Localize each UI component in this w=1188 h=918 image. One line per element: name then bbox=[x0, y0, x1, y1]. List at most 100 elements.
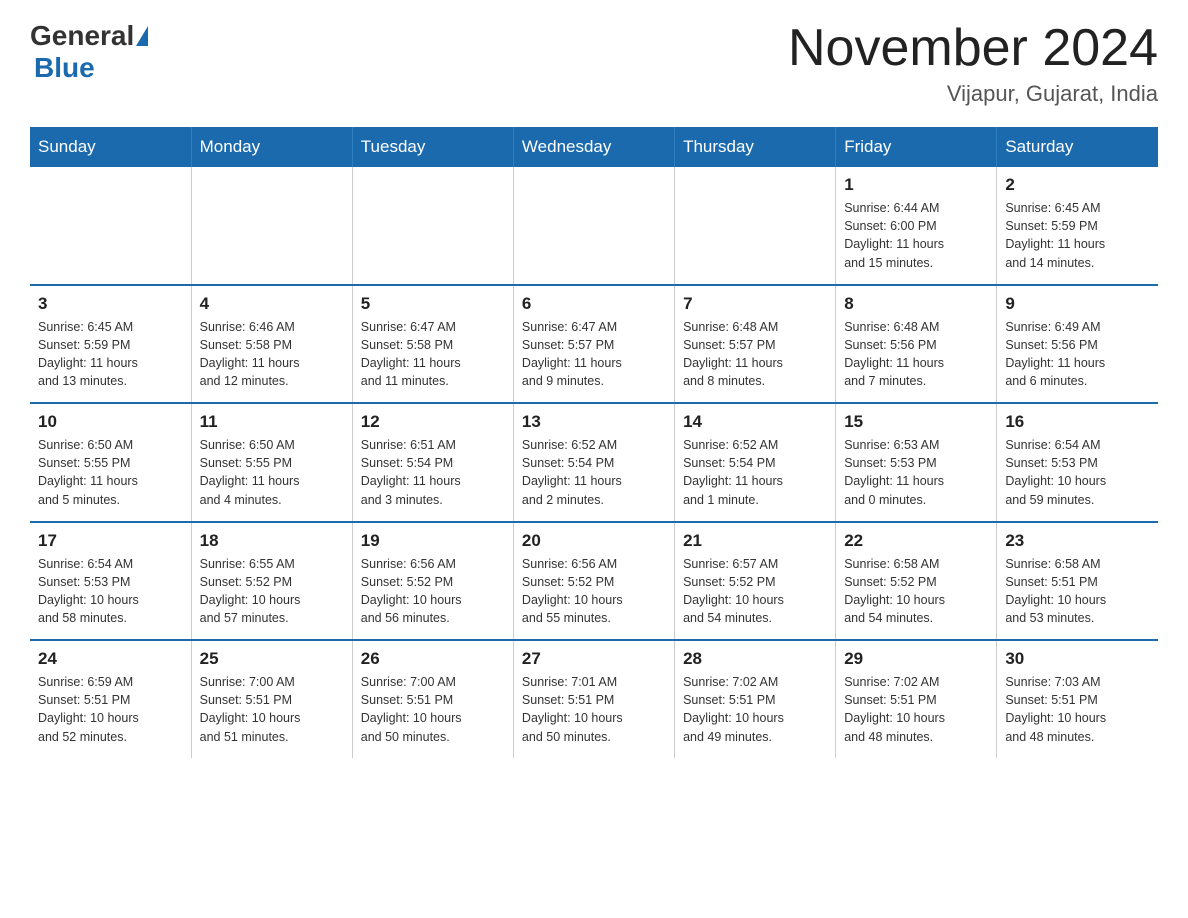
day-number: 18 bbox=[200, 531, 344, 551]
day-info: Sunrise: 6:51 AM Sunset: 5:54 PM Dayligh… bbox=[361, 436, 505, 509]
day-number: 2 bbox=[1005, 175, 1150, 195]
day-number: 3 bbox=[38, 294, 183, 314]
day-info: Sunrise: 6:44 AM Sunset: 6:00 PM Dayligh… bbox=[844, 199, 988, 272]
calendar-cell bbox=[675, 167, 836, 285]
day-info: Sunrise: 6:58 AM Sunset: 5:51 PM Dayligh… bbox=[1005, 555, 1150, 628]
calendar-cell: 25 Sunrise: 7:00 AM Sunset: 5:51 PM Dayli… bbox=[191, 640, 352, 758]
calendar-cell: 29 Sunrise: 7:02 AM Sunset: 5:51 PM Dayli… bbox=[836, 640, 997, 758]
day-number: 17 bbox=[38, 531, 183, 551]
calendar-cell: 19Sunrise: 6:56 AM Sunset: 5:52 PM Dayli… bbox=[352, 522, 513, 641]
day-number: 9 bbox=[1005, 294, 1150, 314]
calendar-cell: 14 Sunrise: 6:52 AM Sunset: 5:54 PM Dayli… bbox=[675, 403, 836, 522]
calendar-cell: 6Sunrise: 6:47 AM Sunset: 5:57 PM Daylig… bbox=[513, 285, 674, 404]
weekday-header-tuesday: Tuesday bbox=[352, 127, 513, 167]
calendar-week-row: 10 Sunrise: 6:50 AM Sunset: 5:55 PM Dayli… bbox=[30, 403, 1158, 522]
day-info: Sunrise: 6:55 AM Sunset: 5:52 PM Dayligh… bbox=[200, 555, 344, 628]
calendar-cell: 17 Sunrise: 6:54 AM Sunset: 5:53 PM Dayli… bbox=[30, 522, 191, 641]
day-number: 22 bbox=[844, 531, 988, 551]
calendar-cell: 3 Sunrise: 6:45 AM Sunset: 5:59 PM Daylig… bbox=[30, 285, 191, 404]
calendar-cell: 16 Sunrise: 6:54 AM Sunset: 5:53 PM Dayli… bbox=[997, 403, 1158, 522]
day-number: 25 bbox=[200, 649, 344, 669]
calendar-cell: 26Sunrise: 7:00 AM Sunset: 5:51 PM Dayli… bbox=[352, 640, 513, 758]
calendar-cell bbox=[352, 167, 513, 285]
calendar-cell bbox=[513, 167, 674, 285]
logo-general-text: General bbox=[30, 20, 134, 52]
day-number: 1 bbox=[844, 175, 988, 195]
calendar-week-row: 1 Sunrise: 6:44 AM Sunset: 6:00 PM Daylig… bbox=[30, 167, 1158, 285]
logo: General Blue bbox=[30, 20, 150, 84]
day-info: Sunrise: 6:56 AM Sunset: 5:52 PM Dayligh… bbox=[522, 555, 666, 628]
calendar-cell: 27 Sunrise: 7:01 AM Sunset: 5:51 PM Dayli… bbox=[513, 640, 674, 758]
day-number: 5 bbox=[361, 294, 505, 314]
day-number: 20 bbox=[522, 531, 666, 551]
calendar-cell: 7Sunrise: 6:48 AM Sunset: 5:57 PM Daylig… bbox=[675, 285, 836, 404]
day-number: 23 bbox=[1005, 531, 1150, 551]
calendar-cell: 30 Sunrise: 7:03 AM Sunset: 5:51 PM Dayli… bbox=[997, 640, 1158, 758]
weekday-header-friday: Friday bbox=[836, 127, 997, 167]
day-info: Sunrise: 7:00 AM Sunset: 5:51 PM Dayligh… bbox=[361, 673, 505, 746]
day-info: Sunrise: 6:48 AM Sunset: 5:57 PM Dayligh… bbox=[683, 318, 827, 391]
day-info: Sunrise: 6:50 AM Sunset: 5:55 PM Dayligh… bbox=[38, 436, 183, 509]
day-number: 8 bbox=[844, 294, 988, 314]
calendar-cell: 9 Sunrise: 6:49 AM Sunset: 5:56 PM Daylig… bbox=[997, 285, 1158, 404]
day-number: 6 bbox=[522, 294, 666, 314]
day-info: Sunrise: 6:48 AM Sunset: 5:56 PM Dayligh… bbox=[844, 318, 988, 391]
calendar-week-row: 17 Sunrise: 6:54 AM Sunset: 5:53 PM Dayli… bbox=[30, 522, 1158, 641]
month-title: November 2024 bbox=[788, 20, 1158, 77]
day-number: 10 bbox=[38, 412, 183, 432]
calendar-cell: 20 Sunrise: 6:56 AM Sunset: 5:52 PM Dayli… bbox=[513, 522, 674, 641]
weekday-header-saturday: Saturday bbox=[997, 127, 1158, 167]
day-info: Sunrise: 7:00 AM Sunset: 5:51 PM Dayligh… bbox=[200, 673, 344, 746]
day-info: Sunrise: 6:54 AM Sunset: 5:53 PM Dayligh… bbox=[1005, 436, 1150, 509]
day-number: 19 bbox=[361, 531, 505, 551]
calendar-cell: 1 Sunrise: 6:44 AM Sunset: 6:00 PM Daylig… bbox=[836, 167, 997, 285]
calendar-cell: 10 Sunrise: 6:50 AM Sunset: 5:55 PM Dayli… bbox=[30, 403, 191, 522]
calendar-cell bbox=[191, 167, 352, 285]
day-info: Sunrise: 7:02 AM Sunset: 5:51 PM Dayligh… bbox=[844, 673, 988, 746]
calendar-cell: 23 Sunrise: 6:58 AM Sunset: 5:51 PM Dayli… bbox=[997, 522, 1158, 641]
day-number: 15 bbox=[844, 412, 988, 432]
day-info: Sunrise: 7:03 AM Sunset: 5:51 PM Dayligh… bbox=[1005, 673, 1150, 746]
day-info: Sunrise: 6:45 AM Sunset: 5:59 PM Dayligh… bbox=[38, 318, 183, 391]
day-number: 27 bbox=[522, 649, 666, 669]
day-number: 16 bbox=[1005, 412, 1150, 432]
day-number: 28 bbox=[683, 649, 827, 669]
calendar-cell: 11 Sunrise: 6:50 AM Sunset: 5:55 PM Dayli… bbox=[191, 403, 352, 522]
day-number: 30 bbox=[1005, 649, 1150, 669]
logo-triangle-icon bbox=[136, 26, 148, 46]
day-info: Sunrise: 6:46 AM Sunset: 5:58 PM Dayligh… bbox=[200, 318, 344, 391]
calendar-week-row: 3 Sunrise: 6:45 AM Sunset: 5:59 PM Daylig… bbox=[30, 285, 1158, 404]
day-info: Sunrise: 6:57 AM Sunset: 5:52 PM Dayligh… bbox=[683, 555, 827, 628]
calendar-cell: 5 Sunrise: 6:47 AM Sunset: 5:58 PM Daylig… bbox=[352, 285, 513, 404]
day-number: 24 bbox=[38, 649, 183, 669]
calendar-table: SundayMondayTuesdayWednesdayThursdayFrid… bbox=[30, 127, 1158, 758]
calendar-cell: 18 Sunrise: 6:55 AM Sunset: 5:52 PM Dayli… bbox=[191, 522, 352, 641]
calendar-cell: 12Sunrise: 6:51 AM Sunset: 5:54 PM Dayli… bbox=[352, 403, 513, 522]
calendar-cell: 2 Sunrise: 6:45 AM Sunset: 5:59 PM Daylig… bbox=[997, 167, 1158, 285]
page-header: General Blue November 2024 Vijapur, Guja… bbox=[30, 20, 1158, 107]
day-info: Sunrise: 6:50 AM Sunset: 5:55 PM Dayligh… bbox=[200, 436, 344, 509]
day-info: Sunrise: 6:45 AM Sunset: 5:59 PM Dayligh… bbox=[1005, 199, 1150, 272]
weekday-header-row: SundayMondayTuesdayWednesdayThursdayFrid… bbox=[30, 127, 1158, 167]
day-number: 29 bbox=[844, 649, 988, 669]
day-number: 14 bbox=[683, 412, 827, 432]
day-info: Sunrise: 6:58 AM Sunset: 5:52 PM Dayligh… bbox=[844, 555, 988, 628]
day-info: Sunrise: 6:52 AM Sunset: 5:54 PM Dayligh… bbox=[683, 436, 827, 509]
day-info: Sunrise: 6:53 AM Sunset: 5:53 PM Dayligh… bbox=[844, 436, 988, 509]
weekday-header-thursday: Thursday bbox=[675, 127, 836, 167]
calendar-cell bbox=[30, 167, 191, 285]
day-info: Sunrise: 7:01 AM Sunset: 5:51 PM Dayligh… bbox=[522, 673, 666, 746]
calendar-cell: 24Sunrise: 6:59 AM Sunset: 5:51 PM Dayli… bbox=[30, 640, 191, 758]
day-info: Sunrise: 6:49 AM Sunset: 5:56 PM Dayligh… bbox=[1005, 318, 1150, 391]
day-number: 11 bbox=[200, 412, 344, 432]
day-info: Sunrise: 6:54 AM Sunset: 5:53 PM Dayligh… bbox=[38, 555, 183, 628]
day-info: Sunrise: 6:47 AM Sunset: 5:58 PM Dayligh… bbox=[361, 318, 505, 391]
weekday-header-sunday: Sunday bbox=[30, 127, 191, 167]
calendar-cell: 21Sunrise: 6:57 AM Sunset: 5:52 PM Dayli… bbox=[675, 522, 836, 641]
calendar-cell: 15 Sunrise: 6:53 AM Sunset: 5:53 PM Dayli… bbox=[836, 403, 997, 522]
calendar-cell: 22 Sunrise: 6:58 AM Sunset: 5:52 PM Dayli… bbox=[836, 522, 997, 641]
day-number: 13 bbox=[522, 412, 666, 432]
calendar-week-row: 24Sunrise: 6:59 AM Sunset: 5:51 PM Dayli… bbox=[30, 640, 1158, 758]
calendar-cell: 13Sunrise: 6:52 AM Sunset: 5:54 PM Dayli… bbox=[513, 403, 674, 522]
logo-blue-text: Blue bbox=[34, 52, 95, 83]
